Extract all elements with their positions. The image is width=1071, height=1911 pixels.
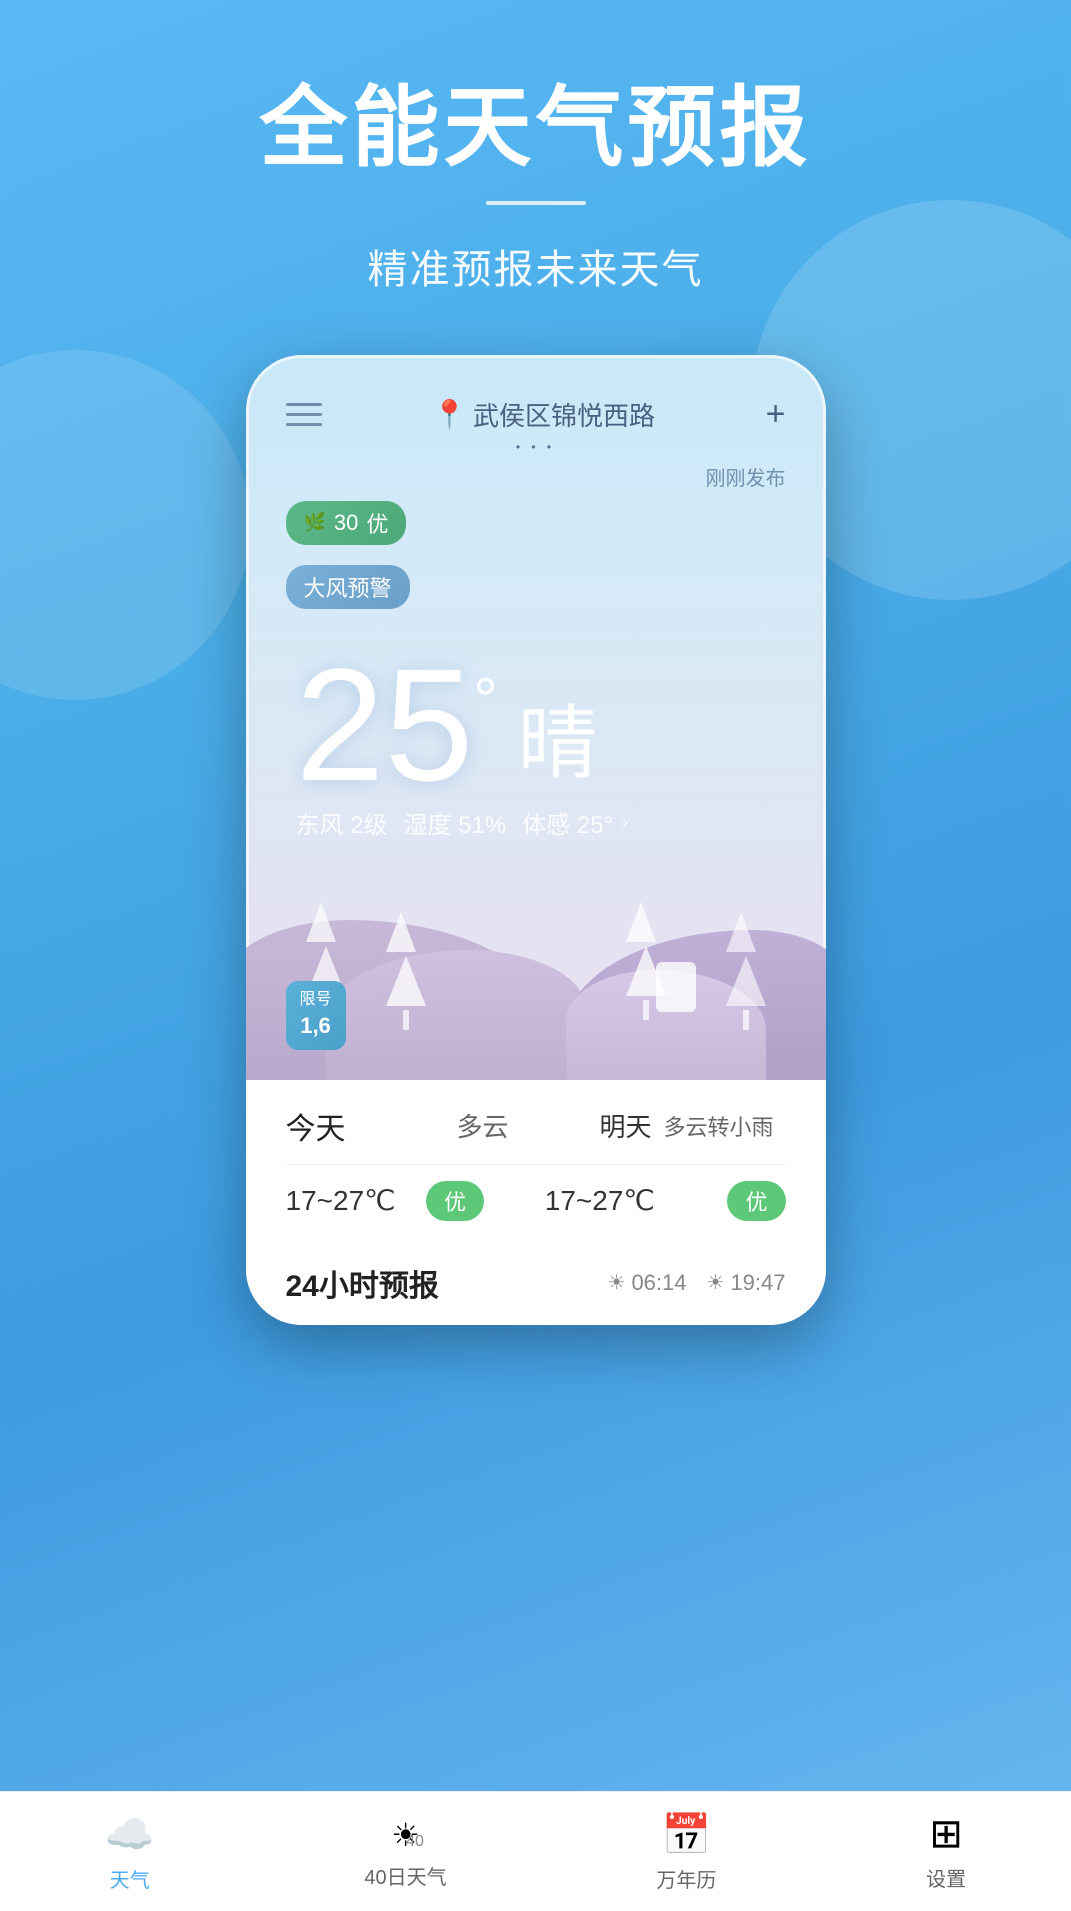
- plate-restriction-label: 限号: [300, 989, 332, 1011]
- today-label: 今天: [286, 1104, 366, 1148]
- tomorrow-weather: 多云转小雨: [663, 1110, 773, 1142]
- sunset-info: ☀ 19:47: [707, 1270, 786, 1296]
- humidity-info: 湿度 51%: [404, 805, 507, 840]
- menu-button[interactable]: [286, 403, 322, 426]
- scenic-illustration: 限号 1,6: [246, 860, 826, 1080]
- tomorrow-temp: 17~27℃: [545, 1184, 655, 1217]
- settings-nav-icon: ⊞: [929, 1811, 963, 1857]
- today-temp: 17~27℃: [286, 1184, 366, 1217]
- today-quality-badge: 优: [426, 1181, 484, 1221]
- location-dots: • • •: [286, 440, 786, 454]
- nav-40day[interactable]: ☀40 40日天气: [364, 1813, 446, 1890]
- warning-badge: 大风预警: [286, 565, 410, 609]
- hero-section: 全能天气预报 精准预报未来天气: [0, 0, 1071, 295]
- tomorrow-label: 明天: [599, 1107, 651, 1144]
- sunrise-info: ☀ 06:14: [608, 1270, 687, 1296]
- plate-numbers: 1,6: [300, 1011, 332, 1042]
- wind-info: 东风 2级: [296, 805, 388, 840]
- aqi-label: 优: [366, 507, 388, 539]
- character-illustration: [656, 962, 696, 1012]
- chevron-right-icon: ›: [621, 809, 628, 835]
- sunset-icon: ☀: [707, 1270, 725, 1295]
- weather-nav-icon: ☁️: [105, 1811, 155, 1858]
- publish-status: 刚刚发布: [286, 462, 786, 491]
- temperature-value: 25: [296, 645, 474, 805]
- warning-text: 大风预警: [304, 571, 392, 603]
- today-weather: 多云: [366, 1107, 600, 1144]
- weather-details[interactable]: 东风 2级 湿度 51% 体感 25° ›: [286, 805, 786, 840]
- phone-frame: 📍 武侯区锦悦西路 + • • • 刚刚发布 🌿 30 优 大风预警: [246, 355, 826, 1325]
- aqi-badge: 🌿 30 优: [286, 501, 407, 545]
- forecast-section: 今天 多云 明天 多云转小雨 17~27℃ 优 17~27℃ 优 24小时预报: [246, 1080, 826, 1325]
- weather-condition: 晴: [517, 679, 597, 795]
- location-text: 武侯区锦悦西路: [473, 396, 655, 433]
- hourly-section-title: 24小时预报: [286, 1261, 439, 1305]
- temperature-display: 25 ° 晴: [286, 635, 786, 805]
- add-location-button[interactable]: +: [766, 395, 786, 434]
- bottom-navigation: ☁️ 天气 ☀40 40日天气 📅 万年历 ⊞ 设置: [0, 1791, 1071, 1911]
- weather-nav-label: 天气: [110, 1864, 150, 1893]
- sun-times: ☀ 06:14 ☀ 19:47: [608, 1270, 786, 1296]
- license-plate-badge: 限号 1,6: [286, 981, 346, 1050]
- 40day-nav-icon: ☀40: [391, 1813, 420, 1855]
- nav-calendar[interactable]: 📅 万年历: [656, 1811, 716, 1893]
- feel-info: 体感 25°: [522, 805, 613, 840]
- sunrise-icon: ☀: [608, 1270, 626, 1295]
- sunset-time: 19:47: [730, 1270, 785, 1296]
- calendar-nav-label: 万年历: [656, 1864, 716, 1893]
- location-pin-icon: 📍: [432, 398, 467, 431]
- tree-4: [726, 912, 766, 1030]
- phone-topbar: 📍 武侯区锦悦西路 +: [286, 395, 786, 434]
- sunrise-time: 06:14: [631, 1270, 686, 1296]
- hero-title: 全能天气预报: [0, 80, 1071, 177]
- tomorrow-quality-badge: 优: [727, 1181, 785, 1221]
- calendar-nav-icon: 📅: [661, 1811, 711, 1858]
- settings-nav-label: 设置: [926, 1863, 966, 1892]
- hero-subtitle: 精准预报未来天气: [0, 237, 1071, 295]
- aqi-value: 30: [334, 510, 358, 536]
- nav-settings[interactable]: ⊞ 设置: [926, 1811, 966, 1892]
- 40day-nav-label: 40日天气: [364, 1861, 446, 1890]
- phone-inner: 📍 武侯区锦悦西路 + • • • 刚刚发布 🌿 30 优 大风预警: [246, 355, 826, 840]
- phone-wrapper: 📍 武侯区锦悦西路 + • • • 刚刚发布 🌿 30 优 大风预警: [0, 355, 1071, 1325]
- location-label: 📍 武侯区锦悦西路: [432, 396, 655, 433]
- tree-2: [386, 912, 426, 1030]
- leaf-icon: 🌿: [304, 512, 326, 533]
- degree-symbol: °: [473, 665, 497, 734]
- hero-divider: [486, 201, 586, 205]
- nav-weather[interactable]: ☁️ 天气: [105, 1811, 155, 1893]
- hourly-forecast-header: 24小时预报 ☀ 06:14 ☀ 19:47: [246, 1241, 826, 1305]
